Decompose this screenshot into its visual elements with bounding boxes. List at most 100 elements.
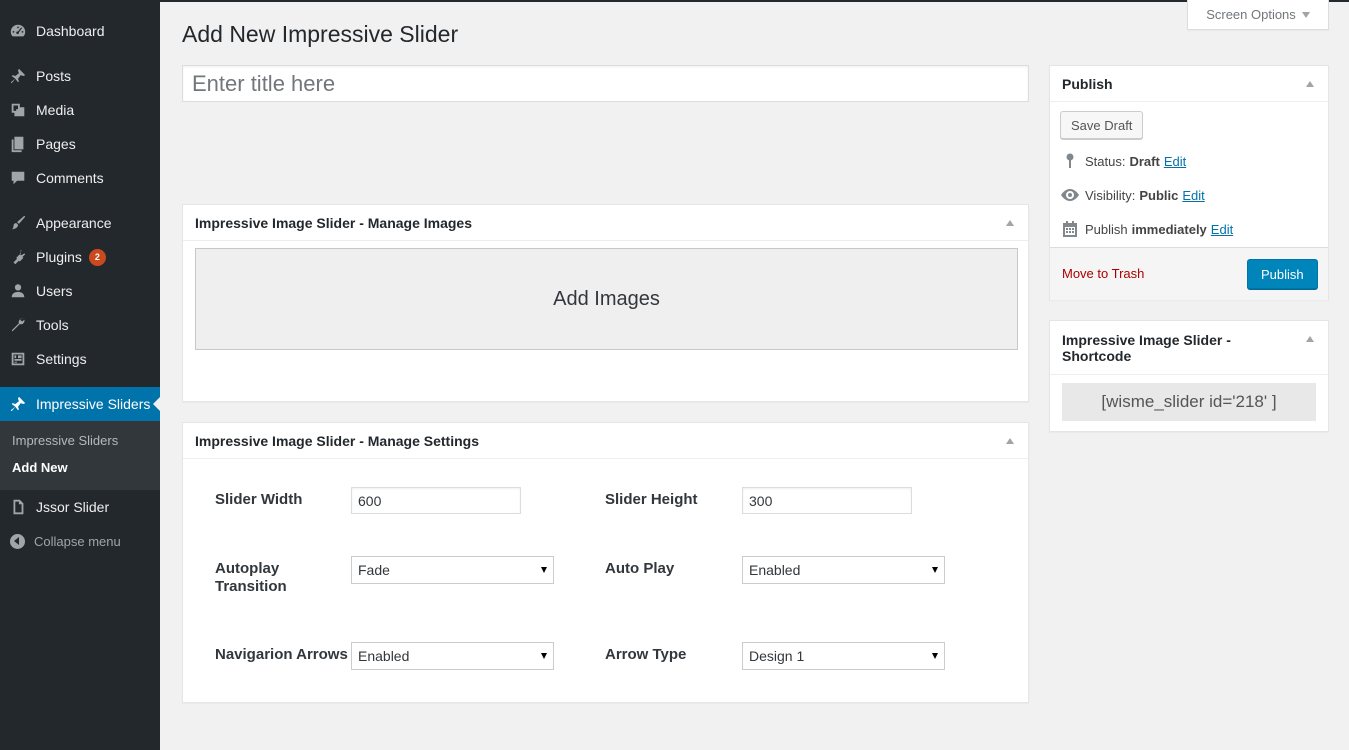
pin-icon (0, 387, 36, 421)
manage-settings-header[interactable]: Impressive Image Slider - Manage Setting… (183, 423, 1028, 459)
sidebar-item-jssor-slider[interactable]: Jssor Slider (0, 490, 160, 524)
sidebar-item-label: Posts (36, 68, 72, 84)
pin-icon (1060, 152, 1080, 170)
autoplay-transition-label: Autoplay Transition (215, 560, 287, 596)
sidebar-item-impressive-sliders[interactable]: Impressive Sliders (0, 387, 160, 421)
publish-button[interactable]: Publish (1247, 259, 1318, 289)
sidebar-item-label: Pages (36, 136, 76, 152)
settings-icon (0, 342, 36, 376)
sidebar-item-label: Appearance (36, 215, 112, 231)
arrow-type-select[interactable]: Design 1 (742, 642, 945, 670)
auto-play-select[interactable]: Enabled (742, 556, 945, 584)
move-to-trash-link[interactable]: Move to Trash (1062, 266, 1144, 281)
publish-box: Publish Save Draft Status: Draft Edit Vi… (1049, 65, 1329, 300)
screen-options-button[interactable]: Screen Options (1187, 0, 1329, 30)
sidebar-item-posts[interactable]: Posts (0, 59, 160, 93)
toggle-panel-icon[interactable] (1006, 438, 1014, 444)
submenu-item-add-new[interactable]: Add New (12, 460, 68, 475)
top-admin-bar-edge (0, 0, 1349, 2)
sidebar-item-appearance[interactable]: Appearance (0, 206, 160, 240)
toggle-panel-icon[interactable] (1306, 336, 1314, 342)
sidebar-item-label: Dashboard (36, 23, 105, 39)
publish-header[interactable]: Publish (1050, 66, 1328, 102)
autoplay-transition-label-line1: Autoplay (215, 560, 280, 577)
auto-play-label: Auto Play (605, 560, 675, 577)
manage-images-header[interactable]: Impressive Image Slider - Manage Images (183, 205, 1028, 241)
status-row: Status: Draft Edit (1060, 152, 1186, 170)
submenu-impressive-sliders: Impressive Sliders Add New (0, 421, 160, 490)
admin-sidebar: Dashboard Posts Media Pages Comments App… (0, 0, 160, 750)
navigation-arrows-select[interactable]: Enabled (351, 642, 554, 670)
save-draft-button[interactable]: Save Draft (1060, 111, 1144, 139)
pages-icon (0, 127, 36, 161)
publish-date-row: Publish immediately Edit (1060, 220, 1233, 238)
sidebar-item-plugins[interactable]: Plugins 2 (0, 240, 160, 274)
status-label: Status: (1085, 153, 1126, 169)
sidebar-item-label: Jssor Slider (36, 499, 110, 515)
post-title-input[interactable] (182, 65, 1029, 102)
edit-publish-date-link[interactable]: Edit (1211, 222, 1233, 237)
shortcode-value: [wisme_slider id='218' ] (1062, 383, 1316, 421)
calendar-icon (1060, 220, 1080, 238)
shortcode-title-line1: Impressive Image Slider - (1062, 331, 1231, 348)
collapse-menu-label: Collapse menu (34, 533, 121, 549)
user-icon (0, 274, 36, 308)
autoplay-transition-label-line2: Transition (215, 578, 287, 595)
plugin-update-badge: 2 (88, 248, 106, 266)
auto-play-value: Enabled (749, 562, 801, 578)
manage-images-box: Impressive Image Slider - Manage Images … (182, 204, 1029, 402)
plugin-icon (0, 240, 36, 274)
autoplay-transition-select[interactable]: Fade (351, 556, 554, 584)
shortcode-box: Impressive Image Slider - Shortcode [wis… (1049, 320, 1329, 432)
sidebar-item-users[interactable]: Users (0, 274, 160, 308)
manage-settings-box: Impressive Image Slider - Manage Setting… (182, 422, 1029, 703)
current-menu-arrow (153, 397, 160, 411)
collapse-menu-button[interactable]: Collapse menu (0, 530, 160, 552)
sidebar-item-settings[interactable]: Settings (0, 342, 160, 376)
sidebar-item-comments[interactable]: Comments (0, 161, 160, 195)
sidebar-item-label: Plugins (36, 249, 82, 265)
sidebar-item-label: Impressive Sliders (36, 396, 151, 412)
dropdown-arrow-icon (932, 567, 938, 573)
sidebar-item-label: Media (36, 102, 75, 118)
sidebar-item-dashboard[interactable]: Dashboard (0, 14, 160, 48)
sidebar-item-pages[interactable]: Pages (0, 127, 160, 161)
chevron-down-icon (1301, 11, 1310, 18)
sidebar-item-label: Tools (36, 317, 69, 333)
publish-value: immediately (1131, 221, 1207, 237)
visibility-row: Visibility: Public Edit (1060, 186, 1205, 204)
sidebar-item-label: Comments (36, 170, 104, 186)
shortcode-header[interactable]: Impressive Image Slider - Shortcode (1050, 321, 1328, 375)
navigation-arrows-label: Navigarion Arrows (215, 646, 348, 663)
toggle-panel-icon[interactable] (1006, 220, 1014, 226)
toggle-panel-icon[interactable] (1306, 81, 1314, 87)
dashboard-icon (0, 14, 36, 48)
add-images-button[interactable]: Add Images (195, 248, 1018, 350)
navigation-arrows-value: Enabled (358, 648, 410, 664)
visibility-value: Public (1139, 187, 1179, 203)
submenu-item-impressive-sliders[interactable]: Impressive Sliders (12, 433, 118, 448)
slider-height-input[interactable] (742, 487, 912, 514)
pin-icon (0, 59, 36, 93)
brush-icon (0, 206, 36, 240)
dropdown-arrow-icon (932, 653, 938, 659)
comment-icon (0, 161, 36, 195)
media-icon (0, 93, 36, 127)
arrow-type-label: Arrow Type (605, 646, 687, 663)
manage-images-title: Impressive Image Slider - Manage Images (195, 214, 473, 231)
manage-settings-title: Impressive Image Slider - Manage Setting… (195, 432, 479, 449)
slider-width-label: Slider Width (215, 491, 303, 508)
page-icon (0, 490, 36, 524)
slider-width-input[interactable] (351, 487, 521, 514)
status-value: Draft (1129, 153, 1160, 169)
dropdown-arrow-icon (541, 653, 547, 659)
sidebar-item-label: Users (36, 283, 73, 299)
visibility-label: Visibility: (1085, 187, 1136, 203)
sidebar-item-media[interactable]: Media (0, 93, 160, 127)
sidebar-item-tools[interactable]: Tools (0, 308, 160, 342)
dropdown-arrow-icon (541, 567, 547, 573)
wrench-icon (0, 308, 36, 342)
publish-title: Publish (1062, 75, 1113, 92)
edit-visibility-link[interactable]: Edit (1182, 188, 1204, 203)
edit-status-link[interactable]: Edit (1164, 154, 1186, 169)
